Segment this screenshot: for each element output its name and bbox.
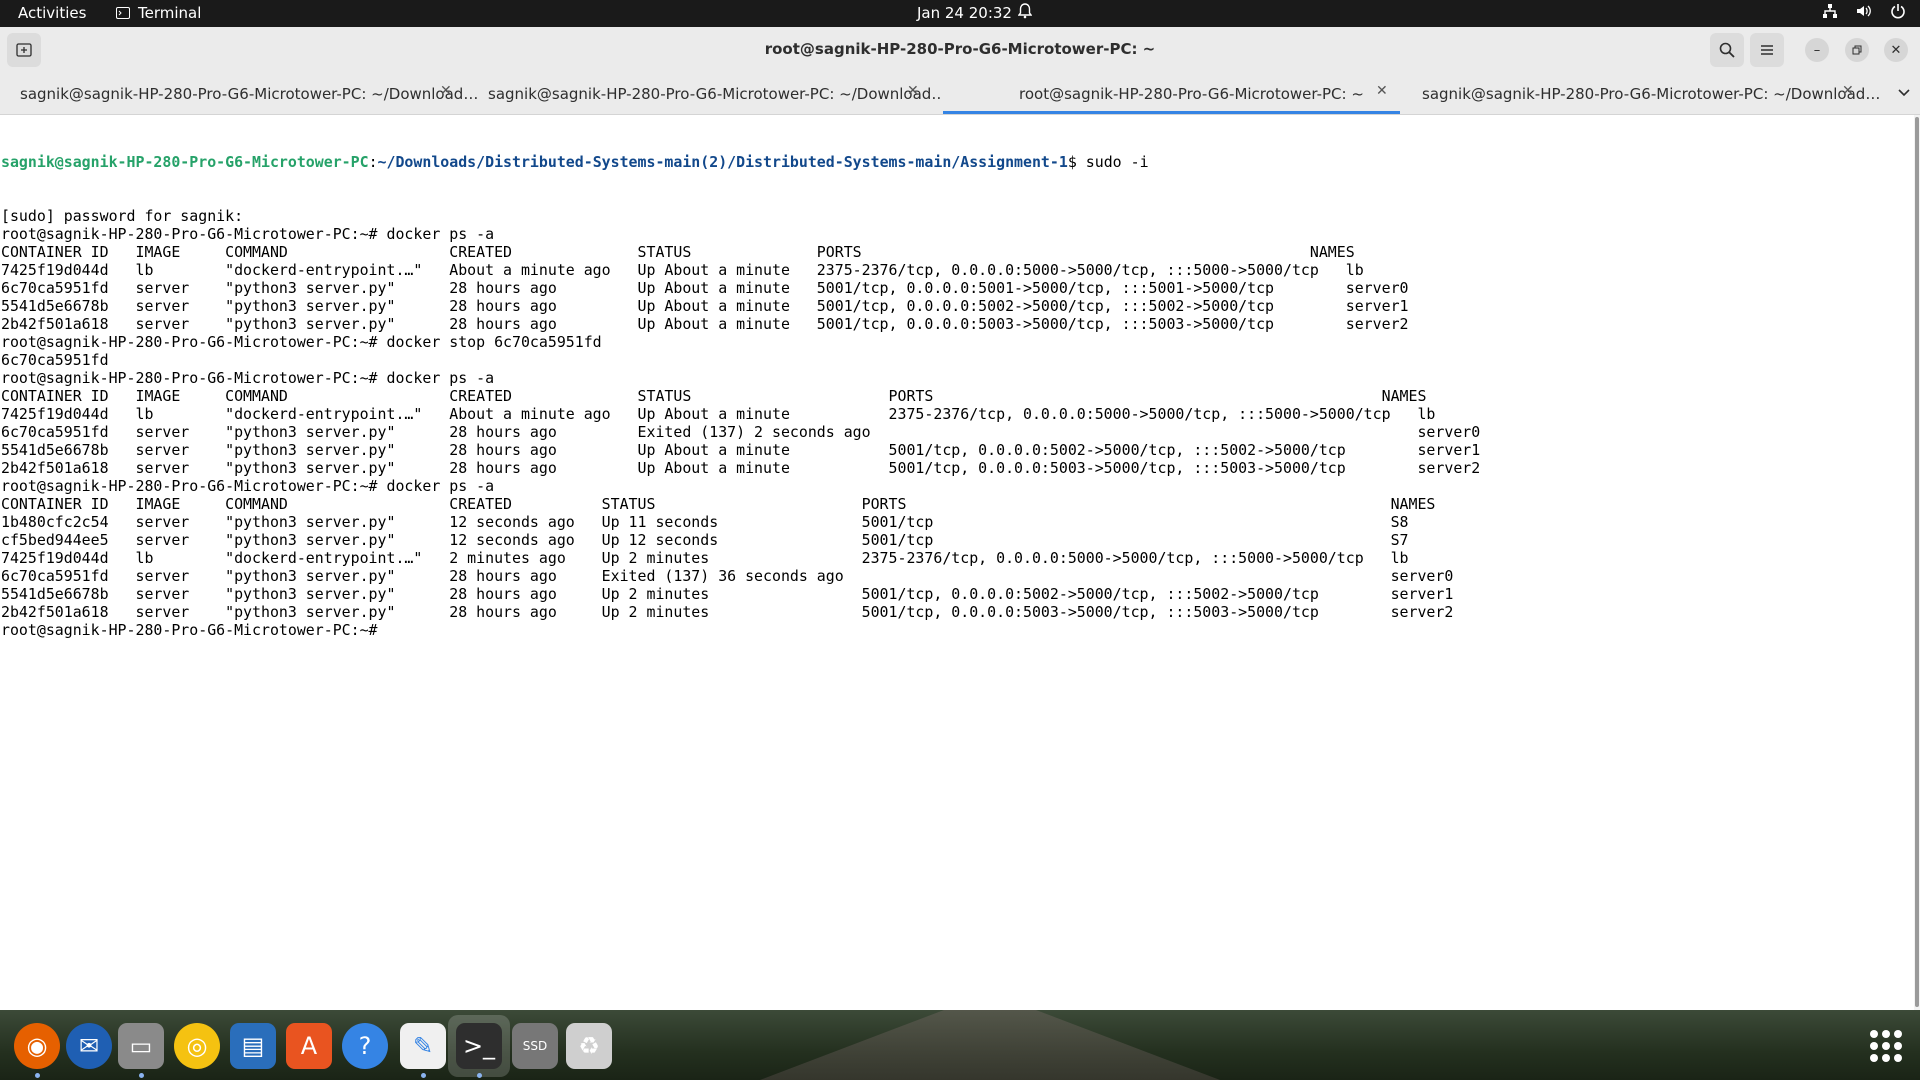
network-icon [1823,4,1837,18]
window-title: root@sagnik-HP-280-Pro-G6-Microtower-PC:… [764,40,1156,58]
hamburger-menu-icon [1761,45,1773,55]
trash-icon[interactable]: ♻ [566,1023,612,1069]
activities-button[interactable]: Activities [18,4,86,22]
scrollbar-thumb[interactable] [1915,117,1919,1007]
close-icon: ✕ [1890,42,1902,58]
maximize-button[interactable] [1845,38,1869,62]
top-bar: Activities Terminal Jan 24 20:32 [0,0,1920,27]
terminal-line: 6c70ca5951fd server "python3 server.py" … [1,279,1409,297]
tab-overflow-chevron-down-icon[interactable] [1898,85,1910,101]
tab-close-icon[interactable]: ✕ [907,83,919,99]
running-indicator [421,1073,426,1078]
firefox-icon[interactable]: ◉ [14,1023,60,1069]
close-window-button[interactable]: ✕ [1884,38,1908,62]
search-button[interactable] [1710,33,1744,67]
app-menu-label: Terminal [138,4,202,22]
terminal-line: root@sagnik-HP-280-Pro-G6-Microtower-PC:… [1,621,387,639]
tab-bar: sagnik@sagnik-HP-280-Pro-G6-Microtower-P… [0,73,1920,115]
terminal-view[interactable]: sagnik@sagnik-HP-280-Pro-G6-Microtower-P… [0,115,1910,1010]
terminal-line: 5541d5e6678b server "python3 server.py" … [1,585,1454,603]
prompt-user-host: sagnik@sagnik-HP-280-Pro-G6-Microtower-P… [1,153,369,171]
terminal-line: 2b42f501a618 server "python3 server.py" … [1,603,1454,621]
files-icon[interactable]: ▭ [118,1023,164,1069]
running-indicator [35,1073,40,1078]
terminal-line: [sudo] password for sagnik: [1,207,244,225]
rhythmbox-icon[interactable]: ◎ [174,1023,220,1069]
window-header: root@sagnik-HP-280-Pro-G6-Microtower-PC:… [0,27,1920,73]
terminal-line: root@sagnik-HP-280-Pro-G6-Microtower-PC:… [1,477,495,495]
terminal-tab[interactable]: sagnik@sagnik-HP-280-Pro-G6-Microtower-P… [1402,73,1880,114]
libreoffice-writer-icon[interactable]: ▤ [230,1023,276,1069]
main-menu-button[interactable] [1750,33,1784,67]
tab-close-icon[interactable]: ✕ [1842,83,1854,99]
terminal-line: root@sagnik-HP-280-Pro-G6-Microtower-PC:… [1,369,495,387]
terminal-line: 5541d5e6678b server "python3 server.py" … [1,297,1409,315]
terminal-line: 7425f19d044d lb "dockerd-entrypoint.…" A… [1,405,1436,423]
terminal-line: CONTAINER ID IMAGE COMMAND CREATED STATU… [1,387,1427,405]
power-icon [1891,4,1905,19]
terminal-line: 1b480cfc2c54 server "python3 server.py" … [1,513,1409,531]
volume-icon [1857,5,1871,17]
dock: ◉ ✉ ▭ ◎ ▤ A? ✎ >_ SSD ♻ [0,1010,1920,1080]
ssd-drive-icon[interactable]: SSD [512,1023,558,1069]
help-icon[interactable]: ? [342,1023,388,1069]
tab-close-icon[interactable]: ✕ [440,83,452,99]
search-icon [1719,42,1735,58]
terminal-tab[interactable]: sagnik@sagnik-HP-280-Pro-G6-Microtower-P… [0,73,478,114]
terminal-line: 5541d5e6678b server "python3 server.py" … [1,441,1481,459]
terminal-line: root@sagnik-HP-280-Pro-G6-Microtower-PC:… [1,225,495,243]
terminal-line: 7425f19d044d lb "dockerd-entrypoint.…" A… [1,261,1364,279]
show-apps-grid-icon[interactable] [1870,1030,1902,1062]
app-center-icon[interactable]: A [286,1023,332,1069]
terminal-icon[interactable]: >_ [456,1023,502,1069]
terminal-output: sagnik@sagnik-HP-280-Pro-G6-Microtower-P… [1,117,1480,639]
terminal-line: 7425f19d044d lb "dockerd-entrypoint.…" 2… [1,549,1409,567]
wallpaper-path [760,1010,1220,1080]
prompt-command: $ sudo -i [1067,153,1149,171]
terminal-line: 2b42f501a618 server "python3 server.py" … [1,315,1409,333]
minimize-button[interactable]: – [1805,38,1829,62]
terminal-scrollbar[interactable] [1914,115,1920,1010]
terminal-line: 6c70ca5951fd [1,351,109,369]
app-menu-button[interactable]: Terminal [116,4,201,22]
text-editor-icon[interactable]: ✎ [400,1023,446,1069]
active-tab-indicator [943,111,1400,114]
prompt-path: ~/Downloads/Distributed-Systems-main(2)/… [377,153,1068,171]
notification-bell-icon[interactable] [1017,3,1033,23]
terminal-line: cf5bed944ee5 server "python3 server.py" … [1,531,1409,549]
tab-label: root@sagnik-HP-280-Pro-G6-Microtower-PC:… [1019,85,1364,103]
terminal-tab-active[interactable]: root@sagnik-HP-280-Pro-G6-Microtower-PC:… [943,73,1400,114]
terminal-line: 6c70ca5951fd server "python3 server.py" … [1,423,1481,441]
running-indicator [139,1073,144,1078]
terminal-line: root@sagnik-HP-280-Pro-G6-Microtower-PC:… [1,333,602,351]
thunderbird-icon[interactable]: ✉ [66,1023,112,1069]
tab-label: sagnik@sagnik-HP-280-Pro-G6-Microtower-P… [1422,85,1881,103]
prompt-line: sagnik@sagnik-HP-280-Pro-G6-Microtower-P… [1,153,1149,171]
terminal-line: 2b42f501a618 server "python3 server.py" … [1,459,1481,477]
restore-icon [1852,45,1862,55]
clock[interactable]: Jan 24 20:32 [917,4,1012,22]
tab-close-icon[interactable]: ✕ [1376,83,1388,99]
terminal-line: CONTAINER ID IMAGE COMMAND CREATED STATU… [1,243,1355,261]
minimize-icon: – [1813,42,1821,58]
tab-label: sagnik@sagnik-HP-280-Pro-G6-Microtower-P… [20,85,479,103]
terminal-line: CONTAINER ID IMAGE COMMAND CREATED STATU… [1,495,1436,513]
terminal-line: 6c70ca5951fd server "python3 server.py" … [1,567,1454,585]
running-indicator [477,1073,482,1078]
tab-label: sagnik@sagnik-HP-280-Pro-G6-Microtower-P… [488,85,947,103]
system-tray[interactable] [1822,3,1906,19]
terminal-app-icon [116,7,130,19]
terminal-tab[interactable]: sagnik@sagnik-HP-280-Pro-G6-Microtower-P… [472,73,946,114]
